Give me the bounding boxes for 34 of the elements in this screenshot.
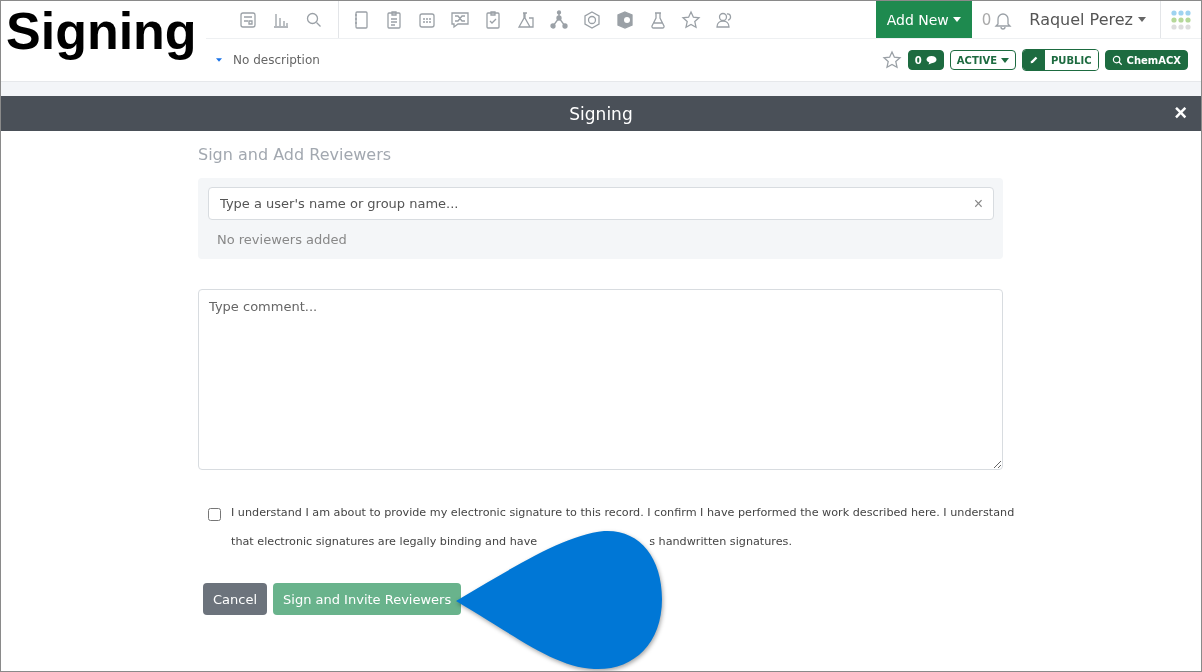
clear-button[interactable]: × — [971, 194, 985, 213]
dashboard-icon[interactable] — [238, 9, 258, 30]
checklist-icon[interactable] — [483, 9, 503, 30]
network-icon[interactable] — [549, 9, 569, 30]
beaker-icon[interactable] — [648, 9, 668, 30]
empty-reviewers-text: No reviewers added — [216, 231, 348, 249]
description-text: No description — [233, 53, 320, 67]
modal-title: Signing — [569, 103, 633, 124]
user-menu[interactable]: Raquel Perez — [1025, 1, 1161, 38]
agreement-text: I understand I am about to provide my electronic signature to this record. I confirm I have performed the work described here. I understand — [231, 505, 1015, 521]
star-icon[interactable] — [681, 9, 701, 30]
status-dropdown[interactable]: ACTIVE — [949, 50, 1017, 70]
edit-button[interactable] — [1023, 50, 1046, 70]
close-button[interactable]: × — [1172, 100, 1189, 126]
comment-field[interactable]: Type comment... — [198, 289, 1003, 470]
shuffle-chat-icon[interactable] — [450, 9, 470, 30]
clipboard-icon[interactable] — [384, 9, 404, 30]
agreement-text: s handwritten signatures. — [649, 534, 792, 550]
reviewer-search-field[interactable]: Type a user's name or group name... × — [208, 187, 994, 220]
agreement-text: that electronic signatures are legally binding and have — [231, 534, 538, 550]
comments-button[interactable]: 0 — [907, 50, 944, 70]
add-new-button[interactable]: Add New — [875, 1, 972, 38]
comment-bubble-icon — [925, 55, 937, 65]
chemacx-search-button[interactable]: ChemACX — [1104, 50, 1188, 70]
section-title: Sign and Add Reviewers — [198, 145, 393, 164]
hexagon-icon[interactable] — [582, 9, 602, 30]
agreement-checkbox[interactable] — [208, 508, 221, 521]
flask-icon[interactable] — [516, 9, 536, 30]
favorite-star-icon[interactable] — [881, 50, 902, 70]
notification-count: 0 — [981, 10, 992, 29]
pencil-icon — [1029, 54, 1040, 66]
search-icon — [1111, 54, 1123, 66]
app-grid-icon[interactable] — [1171, 9, 1191, 30]
cancel-button[interactable]: Cancel — [203, 583, 268, 615]
